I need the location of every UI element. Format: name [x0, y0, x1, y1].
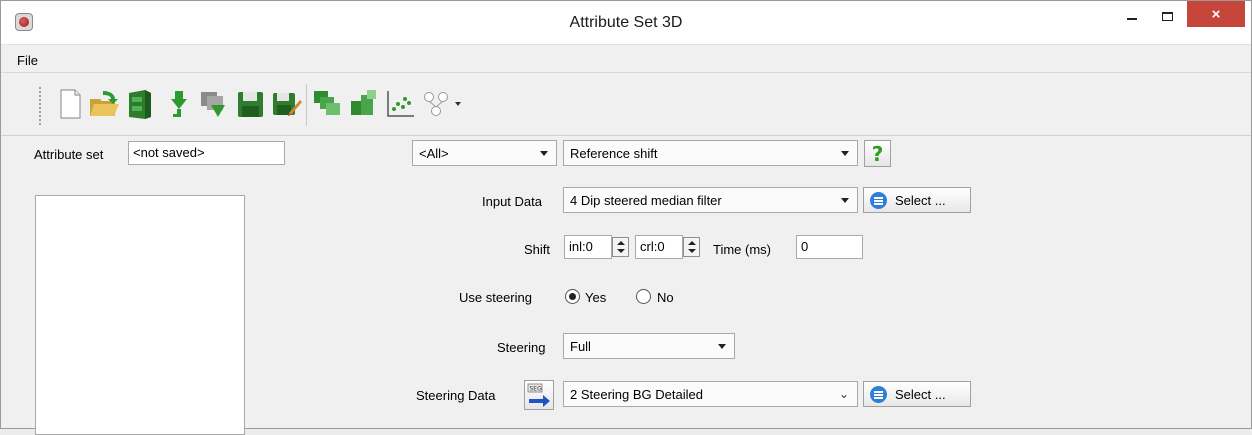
crossplot-icon[interactable] [383, 87, 417, 121]
maximize-button[interactable] [1144, 1, 1190, 31]
list-icon [870, 385, 887, 403]
help-button[interactable]: ? [864, 140, 891, 167]
attribute-type-combo[interactable]: Reference shift [563, 140, 858, 166]
toolbar-separator [306, 84, 307, 126]
input-data-combo[interactable]: 4 Dip steered median filter [563, 187, 858, 213]
inline-shift-field[interactable]: inl:0 [564, 235, 612, 259]
attribute-list[interactable] [35, 195, 245, 435]
help-icon: ? [871, 141, 884, 166]
toolbar [1, 74, 1251, 136]
neural-network-icon[interactable] [421, 87, 465, 121]
use-steering-no-label: No [657, 290, 674, 305]
chevron-down-icon [841, 198, 849, 203]
new-icon[interactable] [53, 87, 87, 121]
chevron-down-icon [540, 151, 548, 156]
input-data-select-label: Select ... [895, 192, 946, 208]
close-button[interactable]: × [1187, 1, 1245, 27]
menu-file[interactable]: File [17, 53, 38, 68]
save-to-database-icon[interactable] [123, 87, 157, 121]
steering-cube-icon: SEG [527, 383, 550, 407]
menu-bar: File [1, 45, 1251, 73]
attribute-type-value: Reference shift [570, 146, 658, 161]
use-steering-yes-radio[interactable] [565, 289, 580, 304]
input-data-label: Input Data [482, 194, 542, 209]
title-bar: Attribute Set 3D × [1, 1, 1251, 45]
inline-shift-stepper[interactable] [612, 237, 629, 257]
toolbar-grip[interactable] [38, 86, 42, 126]
attribute-filter-value: <All> [419, 146, 449, 161]
steering-data-value: 2 Steering BG Detailed [570, 387, 703, 402]
save-as-icon[interactable] [269, 87, 303, 121]
crossline-shift-stepper[interactable] [683, 237, 700, 257]
attribute-set-label: Attribute set [34, 147, 104, 162]
shift-label: Shift [524, 242, 551, 257]
use-steering-no-radio[interactable] [636, 289, 651, 304]
list-icon [870, 191, 887, 209]
steering-data-select-button[interactable]: Select ... [863, 381, 971, 407]
use-steering-yes-label: Yes [585, 290, 607, 305]
chevron-down-icon [718, 344, 726, 349]
add-attributes-icon[interactable] [347, 87, 381, 121]
window-title: Attribute Set 3D [569, 14, 683, 31]
steering-data-select-label: Select ... [895, 386, 946, 402]
crossline-shift-field[interactable]: crl:0 [635, 235, 683, 259]
input-data-select-button[interactable]: Select ... [863, 187, 971, 213]
steering-combo[interactable]: Full [563, 333, 735, 359]
attribute-set-name-field[interactable]: <not saved> [128, 141, 285, 165]
steering-icon-text: SEG [530, 386, 543, 393]
steering-data-type-button[interactable]: SEG [524, 380, 554, 410]
import-icon[interactable] [161, 87, 195, 121]
open-icon[interactable] [87, 87, 121, 121]
use-steering-label: Use steering [459, 290, 532, 305]
attribute-filter-combo[interactable]: <All> [412, 140, 557, 166]
chevron-down-icon [841, 151, 849, 156]
input-data-value: 4 Dip steered median filter [570, 193, 722, 208]
time-shift-field[interactable]: 0 [796, 235, 863, 259]
steering-data-combo[interactable]: 2 Steering BG Detailed ⌄ [563, 381, 858, 407]
minimize-icon [1127, 18, 1137, 20]
steering-value: Full [570, 339, 591, 354]
merge-icon[interactable] [197, 87, 231, 121]
maximize-icon [1161, 11, 1173, 21]
steering-label: Steering [497, 340, 546, 355]
attribute-set-window: Attribute Set 3D × File Attribute set <n… [0, 0, 1252, 435]
chevron-down-icon: ⌄ [838, 387, 849, 401]
steering-data-label: Steering Data [416, 388, 496, 403]
calculate-icon[interactable] [311, 87, 345, 121]
save-icon[interactable] [233, 87, 267, 121]
time-shift-label: Time (ms) [713, 242, 772, 257]
